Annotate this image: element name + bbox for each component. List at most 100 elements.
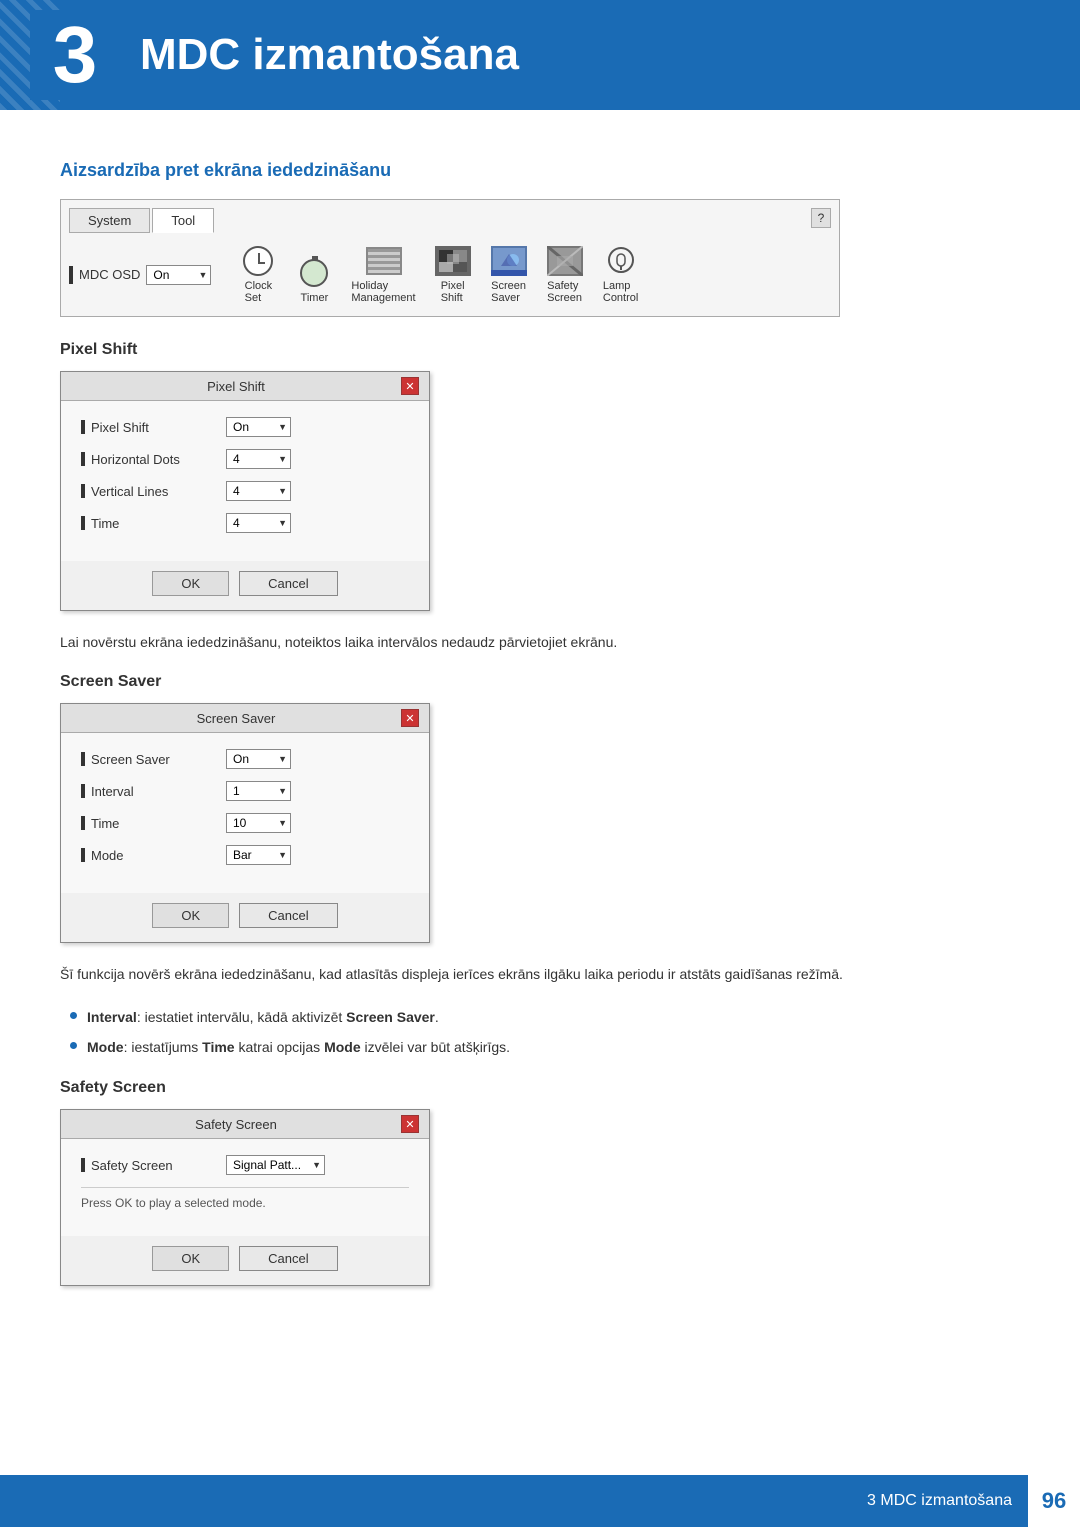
holiday-icon	[366, 247, 402, 275]
safety-screen-select-wrapper[interactable]: Signal Patt... All WhiteScroll	[226, 1155, 325, 1175]
label-bar	[81, 484, 85, 498]
toolbar-tabs: System Tool	[69, 208, 831, 233]
mdc-osd-select[interactable]: On Off	[146, 265, 211, 285]
safety-screen-label: SafetyScreen	[547, 280, 582, 304]
timer-button[interactable]: Timer	[287, 253, 341, 308]
lamp-label: LampControl	[603, 280, 638, 304]
safety-screen-cancel-button[interactable]: Cancel	[239, 1246, 337, 1271]
pixel-shift-row-3: Vertical Lines 4 1235	[81, 481, 409, 501]
pixel-shift-value-3: 4 1235	[226, 481, 291, 501]
pixel-shift-label: PixelShift	[441, 280, 465, 304]
h-dots-select-wrapper[interactable]: 4 1235	[226, 449, 291, 469]
time-select[interactable]: 4 1235	[226, 513, 291, 533]
mode-select[interactable]: Bar PixelFade	[226, 845, 291, 865]
tab-system[interactable]: System	[69, 208, 150, 233]
bullet-mode-key: Mode	[87, 1039, 124, 1055]
v-lines-select[interactable]: 4 1235	[226, 481, 291, 501]
v-lines-select-wrapper[interactable]: 4 1235	[226, 481, 291, 501]
bullet-interval-value: Screen Saver	[346, 1009, 435, 1025]
mdc-osd-control: MDC OSD On Off	[69, 265, 211, 285]
clock-icon-box	[239, 245, 277, 277]
toolbar-panel: System Tool ? MDC OSD On Off	[60, 199, 840, 317]
safety-screen-label-1: Safety Screen	[81, 1158, 226, 1173]
label-bar	[81, 784, 85, 798]
pixel-shift-heading: Pixel Shift	[60, 341, 1020, 359]
h-dots-select[interactable]: 4 1235	[226, 449, 291, 469]
question-mark-button[interactable]: ?	[811, 208, 831, 228]
holiday-button[interactable]: HolidayManagement	[343, 241, 423, 308]
pixel-shift-row-1: Pixel Shift On Off	[81, 417, 409, 437]
holiday-label: HolidayManagement	[351, 280, 415, 304]
pixel-shift-value-1: On Off	[226, 417, 291, 437]
safety-screen-select[interactable]: Signal Patt... All WhiteScroll	[226, 1155, 325, 1175]
screen-saver-title-bar: Screen Saver ✕	[61, 704, 429, 733]
tab-tool[interactable]: Tool	[152, 208, 214, 233]
safety-screen-note: Press OK to play a selected mode.	[81, 1187, 409, 1220]
pixel-shift-cancel-button[interactable]: Cancel	[239, 571, 337, 596]
pixel-shift-select[interactable]: On Off	[226, 417, 291, 437]
timer-icon-box	[295, 257, 333, 289]
bullet-mode-value: Mode	[324, 1039, 361, 1055]
footer-page-number: 96	[1028, 1475, 1080, 1527]
toolbar-icons: ClockSet Timer HolidayManagement	[231, 241, 647, 308]
ss-time-select-wrapper[interactable]: 10 51520	[226, 813, 291, 833]
label-bar	[81, 816, 85, 830]
pixel-shift-close-button[interactable]: ✕	[401, 377, 419, 395]
screen-saver-close-button[interactable]: ✕	[401, 709, 419, 727]
screen-saver-value-1: On Off	[226, 749, 291, 769]
mdc-osd-select-wrapper[interactable]: On Off	[146, 265, 211, 285]
screen-saver-ok-button[interactable]: OK	[152, 903, 229, 928]
pixel-shift-value-2: 4 1235	[226, 449, 291, 469]
screen-saver-value-4: Bar PixelFade	[226, 845, 291, 865]
interval-select-wrapper[interactable]: 1 23	[226, 781, 291, 801]
page-header: 3 MDC izmantošana	[0, 0, 1080, 110]
safety-screen-footer: OK Cancel	[61, 1236, 429, 1285]
screen-saver-dialog-title: Screen Saver	[71, 711, 401, 726]
label-bar	[81, 752, 85, 766]
pixel-shift-body-text: Lai novērstu ekrāna iededzināšanu, notei…	[60, 631, 960, 653]
pixel-shift-ok-button[interactable]: OK	[152, 571, 229, 596]
safety-screen-icon	[547, 246, 583, 276]
screen-saver-dialog-body: Screen Saver On Off Interval	[61, 733, 429, 893]
screen-saver-row-1: Screen Saver On Off	[81, 749, 409, 769]
pixel-shift-footer: OK Cancel	[61, 561, 429, 610]
screen-saver-bullets: Interval: iestatiet intervālu, kādā akti…	[70, 1006, 1020, 1060]
section-heading: Aizsardzība pret ekrāna iededzināšanu	[60, 160, 1020, 181]
lamp-control-button[interactable]: LampControl	[594, 241, 648, 308]
label-bar	[81, 848, 85, 862]
pixel-shift-button[interactable]: PixelShift	[426, 241, 480, 308]
pixel-shift-title-bar: Pixel Shift ✕	[61, 372, 429, 401]
pixel-shift-label-1: Pixel Shift	[81, 420, 226, 435]
pixel-shift-dialog-body: Pixel Shift On Off Horizontal Dots	[61, 401, 429, 561]
safety-screen-ok-button[interactable]: OK	[152, 1246, 229, 1271]
mode-select-wrapper[interactable]: Bar PixelFade	[226, 845, 291, 865]
ss-select[interactable]: On Off	[226, 749, 291, 769]
clock-set-button[interactable]: ClockSet	[231, 241, 285, 308]
screen-saver-cancel-button[interactable]: Cancel	[239, 903, 337, 928]
label-bar	[81, 1158, 85, 1172]
footer-text: 3 MDC izmantošana	[867, 1492, 1028, 1510]
page-footer: 3 MDC izmantošana 96	[0, 1475, 1080, 1527]
pixel-shift-select-wrapper[interactable]: On Off	[226, 417, 291, 437]
safety-screen-row-1: Safety Screen Signal Patt... All WhiteSc…	[81, 1155, 409, 1175]
screen-saver-value-2: 1 23	[226, 781, 291, 801]
pixel-shift-label-3: Vertical Lines	[81, 484, 226, 499]
safety-screen-close-button[interactable]: ✕	[401, 1115, 419, 1133]
pixel-shift-label-4: Time	[81, 516, 226, 531]
screen-saver-button[interactable]: ScreenSaver	[482, 241, 536, 308]
holiday-icon-box	[365, 245, 403, 277]
screen-saver-label: ScreenSaver	[491, 280, 526, 304]
ss-time-select[interactable]: 10 51520	[226, 813, 291, 833]
pixel-shift-dialog: Pixel Shift ✕ Pixel Shift On Off	[60, 371, 430, 611]
safety-screen-dialog-body: Safety Screen Signal Patt... All WhiteSc…	[61, 1139, 429, 1236]
safety-screen-button[interactable]: SafetyScreen	[538, 241, 592, 308]
time-select-wrapper[interactable]: 4 1235	[226, 513, 291, 533]
screen-saver-row-4: Mode Bar PixelFade	[81, 845, 409, 865]
pixel-shift-dialog-title: Pixel Shift	[71, 379, 401, 394]
bullet-mode-time: Time	[202, 1039, 234, 1055]
lamp-icon	[607, 246, 635, 276]
ss-select-wrapper[interactable]: On Off	[226, 749, 291, 769]
interval-select[interactable]: 1 23	[226, 781, 291, 801]
bullet-mode: Mode: iestatījums Time katrai opcijas Mo…	[70, 1036, 1020, 1060]
mdc-osd-bar	[69, 266, 73, 284]
